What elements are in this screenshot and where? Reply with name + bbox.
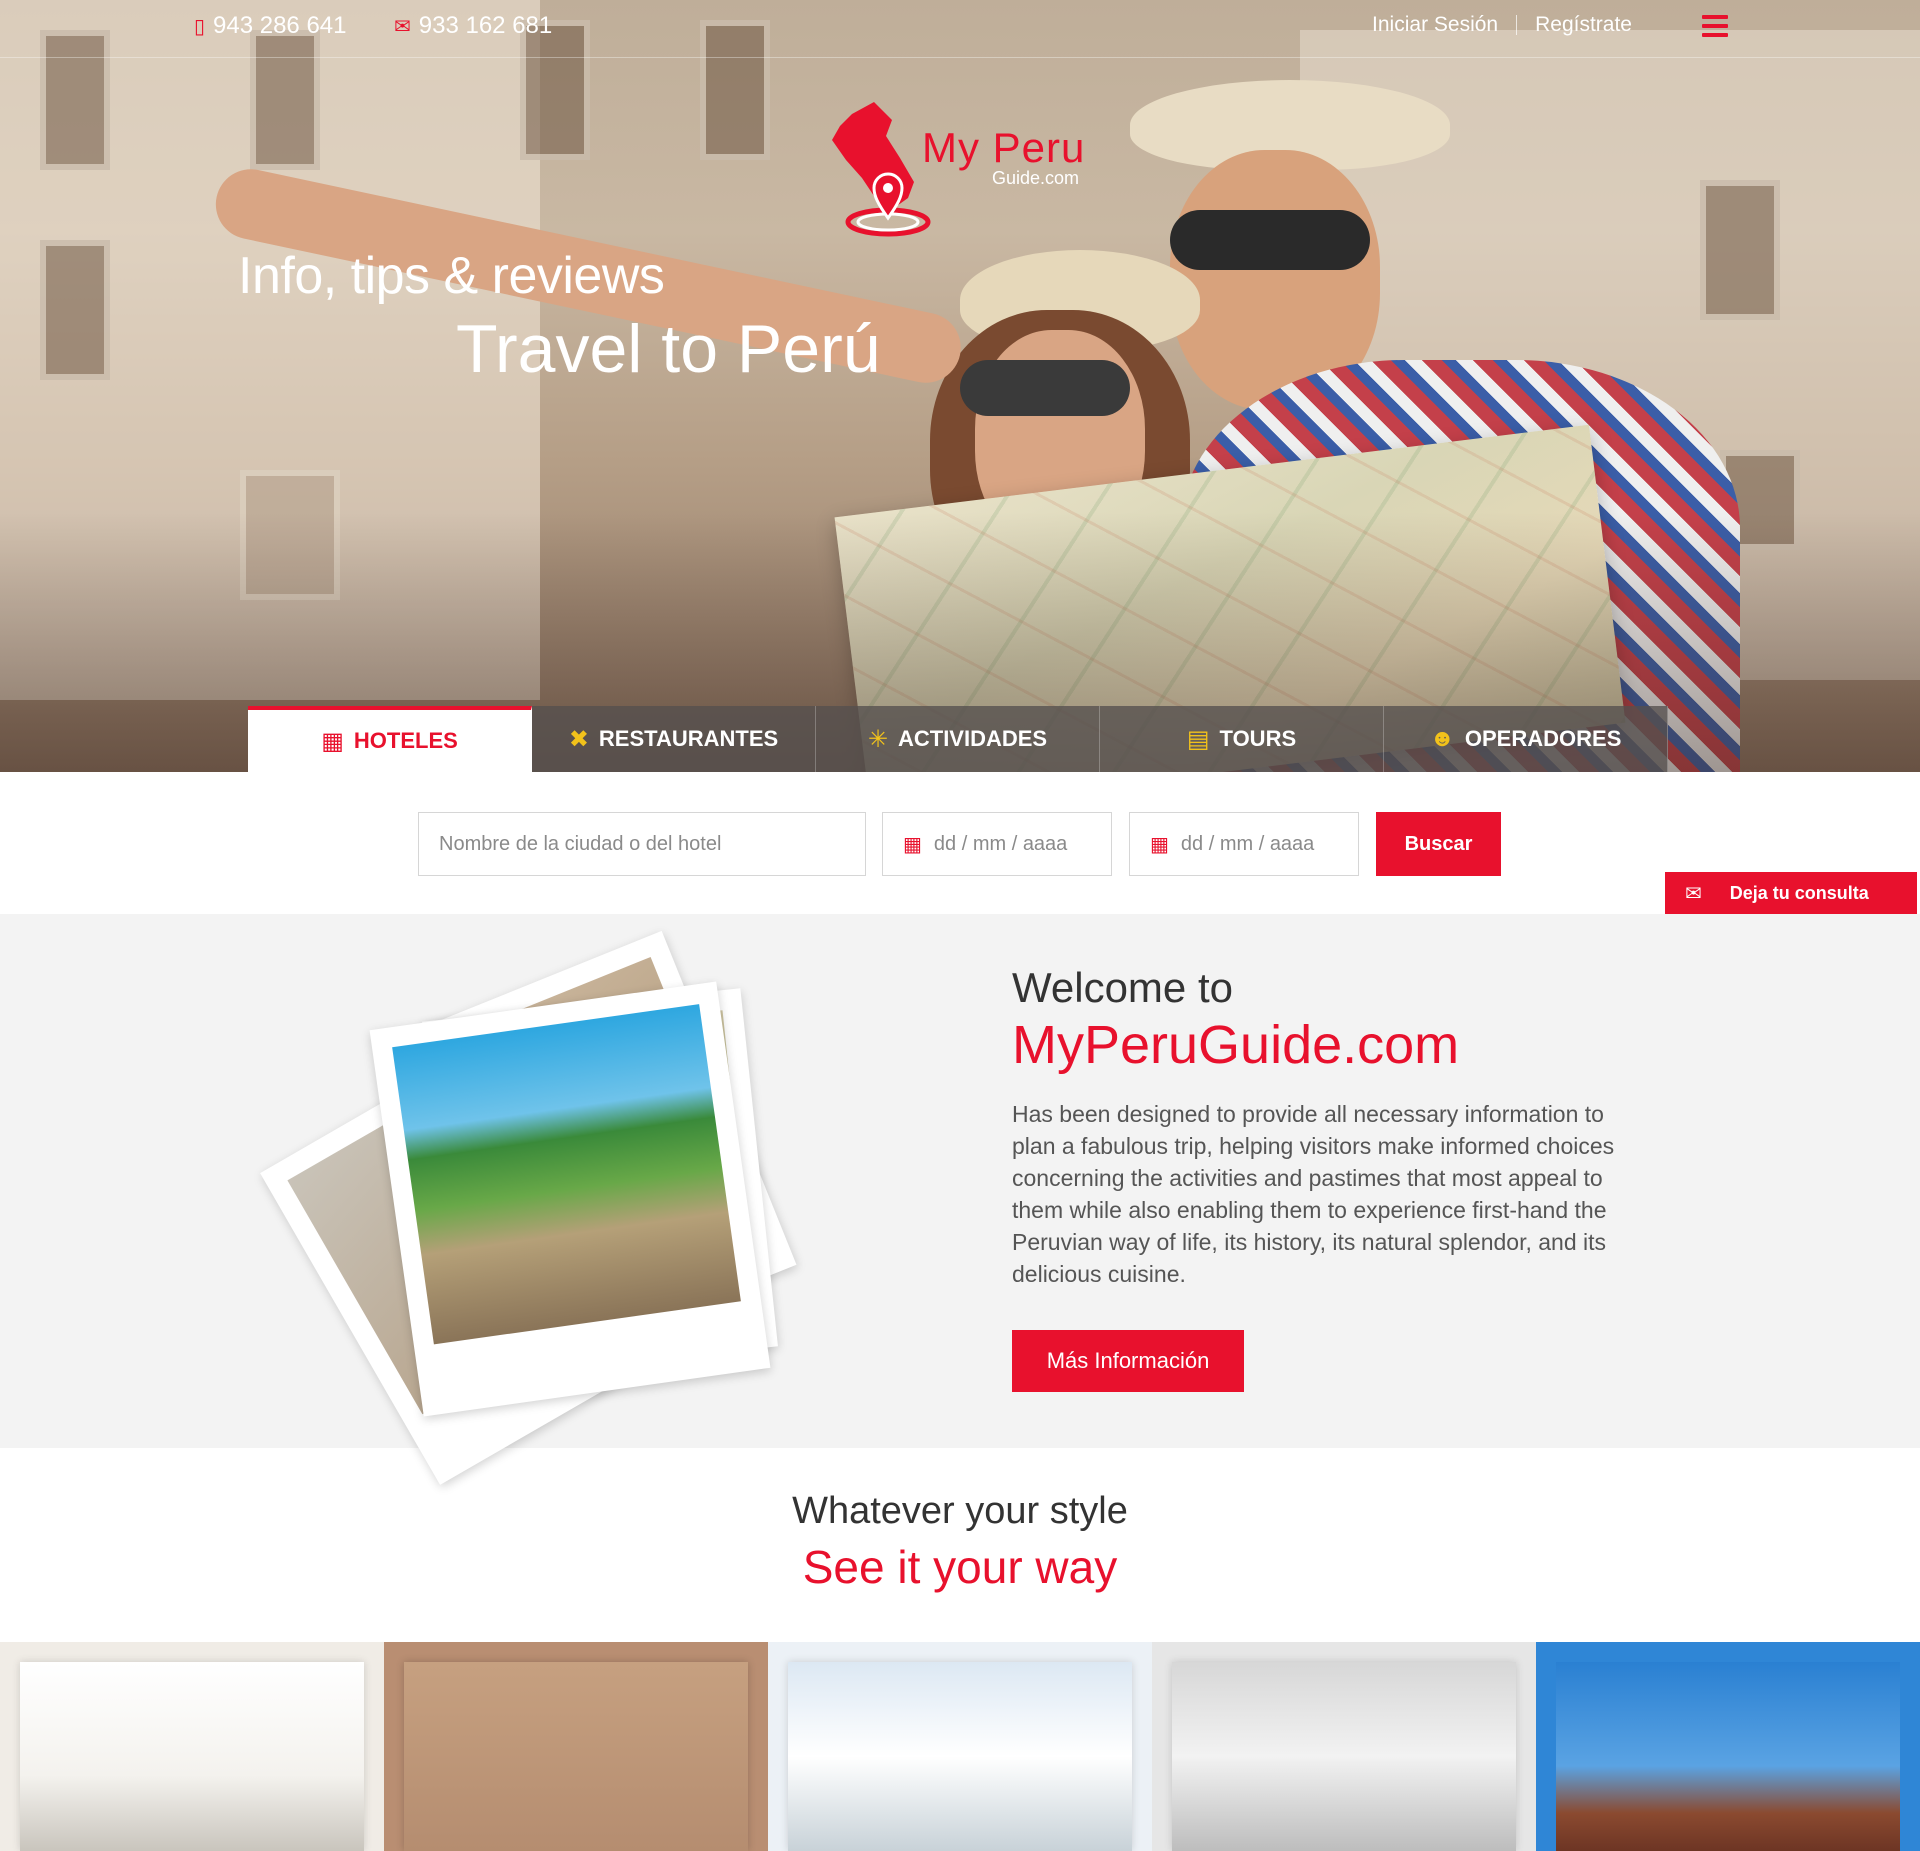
email-phone-number: 933 162 681 bbox=[418, 12, 553, 39]
building-window bbox=[1700, 180, 1780, 320]
consulta-label: Deja tu consulta bbox=[1729, 883, 1869, 903]
tab-tours[interactable]: ▤ TOURS bbox=[1100, 706, 1384, 772]
mobile-phone-icon: ▯ bbox=[194, 15, 206, 38]
city-hotel-placeholder: Nombre de la ciudad o del hotel bbox=[439, 832, 722, 855]
checkin-date-input[interactable]: ▦ dd / mm / aaaa bbox=[882, 812, 1112, 876]
logo-sub-text: Guide.com bbox=[992, 168, 1080, 188]
gallery-item[interactable] bbox=[1536, 1642, 1920, 1851]
welcome-section: Welcome to MyPeruGuide.com Has been desi… bbox=[0, 914, 1920, 1485]
welcome-description: Has been designed to provide all necessa… bbox=[1012, 1101, 1615, 1287]
hero-tagline: Info, tips & reviews bbox=[238, 247, 665, 305]
site-logo[interactable]: My Peru Guide.com bbox=[822, 96, 1102, 246]
gallery-item[interactable] bbox=[1152, 1642, 1536, 1851]
peru-map-pin-icon bbox=[832, 102, 931, 237]
login-link[interactable]: Iniciar Sesión bbox=[1372, 13, 1498, 37]
auth-links: Iniciar Sesión Regístrate bbox=[1372, 13, 1632, 37]
style-section-subtitle: See it your way bbox=[802, 1541, 1118, 1593]
tab-label: TOURS bbox=[1219, 726, 1297, 751]
tab-label: OPERADORES bbox=[1464, 726, 1622, 751]
register-link[interactable]: Regístrate bbox=[1535, 13, 1632, 37]
checkout-date-input[interactable]: ▦ dd / mm / aaaa bbox=[1129, 812, 1359, 876]
destination-gallery bbox=[0, 1642, 1920, 1851]
hiker-icon: ✳ bbox=[867, 725, 888, 753]
calendar-icon: ▦ bbox=[1150, 833, 1169, 856]
top-bar: ▯ 943 286 641 ✉ 933 162 681 Iniciar Sesi… bbox=[0, 0, 1920, 58]
gallery-item[interactable] bbox=[768, 1642, 1152, 1851]
tab-operadores[interactable]: ☻ OPERADORES bbox=[1384, 706, 1668, 772]
sunglasses bbox=[1170, 210, 1370, 270]
tab-actividades[interactable]: ✳ ACTIVIDADES bbox=[816, 706, 1100, 772]
checkin-placeholder: dd / mm / aaaa bbox=[933, 832, 1068, 855]
more-info-button[interactable]: Más Información bbox=[1012, 1330, 1244, 1392]
welcome-site-name: MyPeruGuide.com bbox=[1012, 1015, 1460, 1075]
tab-label: ACTIVIDADES bbox=[897, 726, 1048, 751]
gallery-item[interactable] bbox=[0, 1642, 384, 1851]
operator-icon: ☻ bbox=[1429, 725, 1455, 752]
building-window bbox=[40, 240, 110, 380]
envelope-icon: ✉ bbox=[394, 15, 411, 38]
search-button[interactable]: Buscar bbox=[1376, 812, 1501, 876]
phone-contact[interactable]: ▯ 943 286 641 bbox=[194, 12, 346, 40]
phone-number: 943 286 641 bbox=[213, 12, 347, 39]
consulta-button[interactable]: ✉ Deja tu consulta bbox=[1665, 872, 1917, 915]
tab-label: RESTAURANTES bbox=[598, 726, 779, 751]
logo-brand-text: My Peru bbox=[922, 124, 1086, 171]
cutlery-icon: ✖ bbox=[568, 725, 589, 753]
hamburger-menu-icon[interactable] bbox=[1702, 15, 1728, 37]
search-bar: Nombre de la ciudad o del hotel ▦ dd / m… bbox=[0, 772, 1920, 914]
hero-headline: Travel to Perú bbox=[456, 311, 881, 387]
divider bbox=[1516, 15, 1518, 35]
city-hotel-input[interactable]: Nombre de la ciudad o del hotel bbox=[418, 812, 866, 876]
envelope-icon: ✉ bbox=[1685, 883, 1702, 905]
hero-banner: ▯ 943 286 641 ✉ 933 162 681 Iniciar Sesi… bbox=[0, 0, 1920, 772]
hikers-photo bbox=[369, 981, 771, 1417]
hotel-icon: ▦ bbox=[321, 727, 344, 755]
email-contact[interactable]: ✉ 933 162 681 bbox=[394, 12, 552, 40]
map-icon: ▤ bbox=[1186, 725, 1210, 753]
tab-label: HOTELES bbox=[353, 728, 458, 753]
gallery-item[interactable] bbox=[384, 1642, 768, 1851]
tab-restaurantes[interactable]: ✖ RESTAURANTES bbox=[532, 706, 816, 772]
checkout-placeholder: dd / mm / aaaa bbox=[1180, 832, 1315, 855]
calendar-icon: ▦ bbox=[903, 833, 922, 856]
style-section-title: Whatever your style bbox=[792, 1490, 1128, 1532]
category-tabs: ▦ HOTELES ✖ RESTAURANTES ✳ ACTIVIDADES ▤… bbox=[248, 706, 1668, 772]
sunglasses bbox=[960, 360, 1130, 416]
tab-hoteles[interactable]: ▦ HOTELES bbox=[248, 706, 532, 772]
welcome-title: Welcome to bbox=[1012, 964, 1233, 1011]
